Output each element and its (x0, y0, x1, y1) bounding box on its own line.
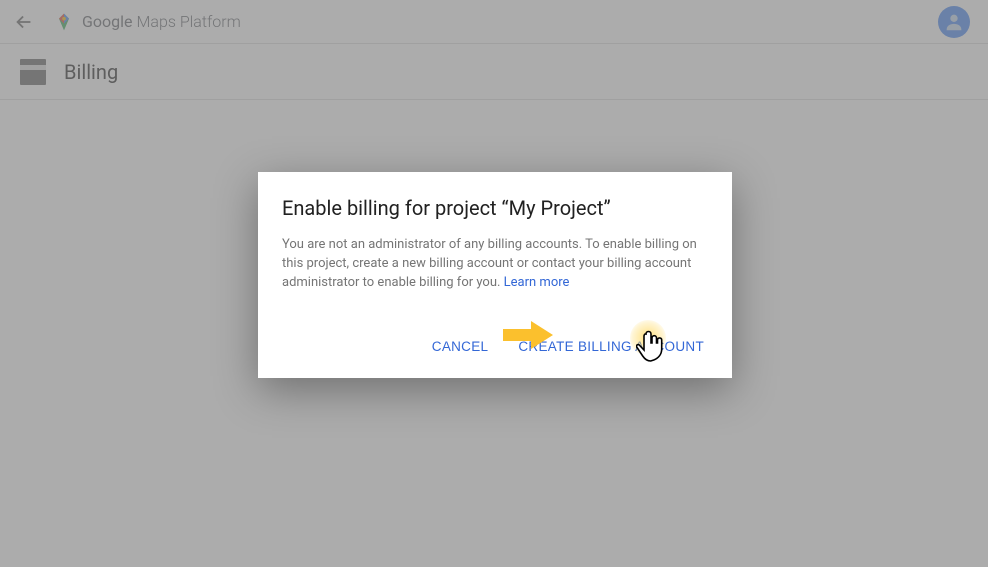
dialog-body-text: You are not an administrator of any bill… (282, 237, 697, 290)
enable-billing-dialog: Enable billing for project “My Project” … (258, 172, 732, 378)
dialog-title: Enable billing for project “My Project” (282, 196, 708, 220)
dialog-actions: Cancel Create Billing Account (282, 331, 708, 362)
create-billing-account-button[interactable]: Create Billing Account (514, 331, 708, 362)
dialog-body: You are not an administrator of any bill… (282, 236, 708, 293)
learn-more-link[interactable]: Learn more (504, 275, 570, 290)
cancel-button[interactable]: Cancel (428, 331, 493, 362)
